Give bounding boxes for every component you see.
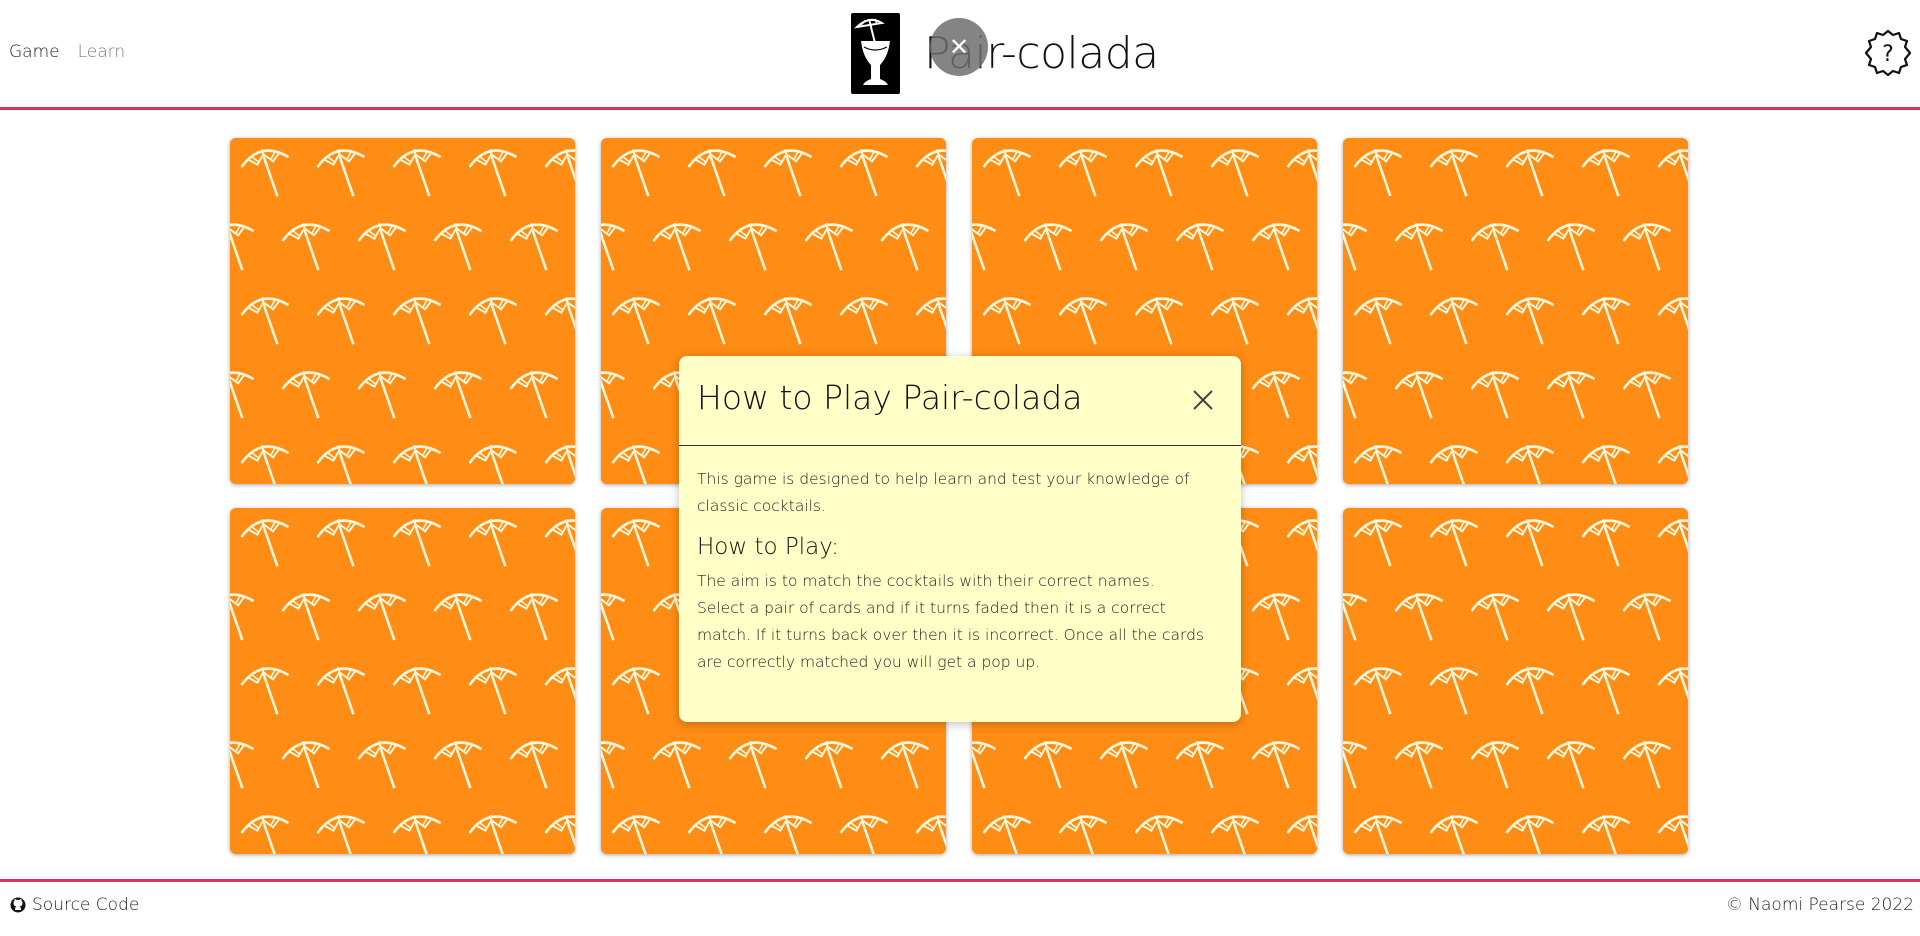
overlay-close-button[interactable]: ✕ bbox=[930, 18, 988, 76]
modal-title: How to Play Pair-colada bbox=[697, 378, 1083, 417]
memory-card[interactable] bbox=[230, 138, 575, 484]
help-button[interactable]: ? bbox=[1863, 28, 1913, 78]
cocktail-umbrella-icon bbox=[230, 149, 575, 484]
close-icon bbox=[1193, 390, 1213, 410]
site-footer: Source Code © Naomi Pearse 2022 bbox=[0, 879, 1920, 936]
brand: Pair-colada bbox=[851, 13, 1159, 94]
github-icon bbox=[10, 897, 26, 913]
close-icon: ✕ bbox=[948, 33, 970, 61]
modal-close-button[interactable] bbox=[1189, 386, 1217, 414]
modal-subheading: How to Play: bbox=[697, 534, 839, 560]
question-badge-icon: ? bbox=[1864, 29, 1912, 77]
modal-intro: This game is designed to help learn and … bbox=[697, 470, 1190, 515]
source-code-label: Source Code bbox=[32, 895, 140, 915]
main-nav: Game Learn bbox=[9, 42, 125, 62]
how-to-play-modal: How to Play Pair-colada This game is des… bbox=[679, 356, 1241, 722]
cocktail-umbrella-icon bbox=[230, 519, 575, 854]
memory-card[interactable] bbox=[230, 508, 575, 854]
cocktail-glass-icon bbox=[851, 13, 900, 94]
site-header: Game Learn Pair-colada ✕ ? bbox=[0, 0, 1920, 110]
modal-line: Select a pair of cards and if it turns f… bbox=[697, 599, 1205, 671]
modal-line: The aim is to match the cocktails with t… bbox=[697, 572, 1155, 590]
copyright: © Naomi Pearse 2022 bbox=[1725, 895, 1914, 915]
memory-card[interactable] bbox=[1343, 508, 1688, 854]
nav-learn[interactable]: Learn bbox=[78, 42, 126, 62]
memory-card[interactable] bbox=[1343, 138, 1688, 484]
svg-text:?: ? bbox=[1882, 42, 1894, 67]
modal-body: This game is designed to help learn and … bbox=[679, 446, 1241, 676]
source-code-link[interactable]: Source Code bbox=[10, 895, 139, 915]
nav-game[interactable]: Game bbox=[9, 42, 60, 62]
modal-header: How to Play Pair-colada bbox=[679, 356, 1241, 446]
cocktail-umbrella-icon bbox=[1343, 149, 1688, 484]
cocktail-umbrella-icon bbox=[1343, 519, 1688, 854]
